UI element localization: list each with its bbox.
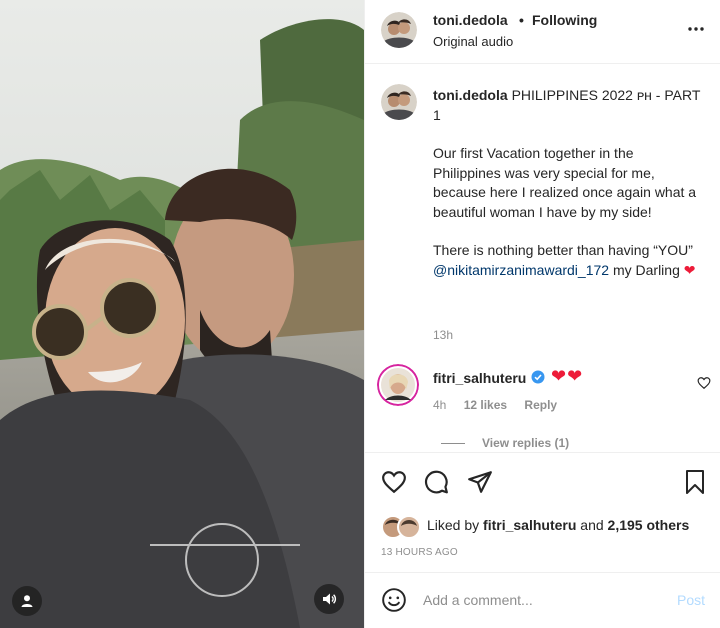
liked-by-and: and (580, 517, 604, 533)
emoji-icon[interactable] (381, 587, 407, 613)
caption-paragraph-2: There is nothing better than having “YOU… (433, 241, 705, 280)
comment-reply-button[interactable]: Reply (524, 398, 557, 412)
caption-paragraph-2-prefix: There is nothing better than having “YOU… (433, 242, 693, 258)
post-actions: Liked by fitri_salhuteru and 2,195 other… (365, 452, 720, 572)
comment-like-icon[interactable] (697, 376, 711, 390)
more-horizontal-icon[interactable] (687, 20, 705, 38)
post-photo (0, 0, 364, 628)
header-separator: • (519, 12, 524, 28)
commenter-avatar[interactable] (377, 364, 419, 406)
following-button[interactable]: Following (532, 12, 597, 28)
author-username[interactable]: toni.dedola (433, 12, 508, 28)
post-header: toni.dedola • Following Original audio (365, 0, 720, 64)
comment-icon[interactable] (423, 469, 449, 495)
liked-by-others[interactable]: 2,195 others (608, 517, 690, 533)
comment-timestamp[interactable]: 4h (433, 398, 446, 412)
commenter-username[interactable]: fitri_salhuteru (433, 370, 526, 386)
heart-icon[interactable] (381, 469, 407, 495)
caption-author-avatar[interactable] (381, 84, 417, 120)
audio-toggle-button[interactable] (314, 584, 344, 614)
comment-input[interactable]: Add a comment... (423, 592, 533, 608)
post-caption: toni.dedola PHILIPPINES 2022 ᴘʜ - PART 1… (433, 86, 705, 280)
comment-composer: Add a comment... Post (365, 572, 720, 628)
share-icon[interactable] (467, 469, 493, 495)
original-audio-link[interactable]: Original audio (433, 34, 513, 49)
tagged-users-button[interactable] (12, 586, 42, 616)
verified-badge-icon (531, 370, 545, 384)
comments-scroll-area[interactable]: toni.dedola PHILIPPINES 2022 ᴘʜ - PART 1… (365, 64, 720, 452)
liked-by-user[interactable]: fitri_salhuteru (483, 517, 576, 533)
view-replies-divider (441, 443, 465, 444)
user-icon (21, 595, 33, 607)
bookmark-icon[interactable] (683, 469, 707, 495)
post-side-panel: toni.dedola • Following Original audio t… (364, 0, 720, 628)
caption-paragraph-2-suffix: my Darling (612, 261, 680, 278)
post-comment-button[interactable]: Post (677, 592, 705, 608)
view-replies-button[interactable]: View replies (1) (482, 436, 569, 450)
comment-meta: 4h 12 likes Reply (433, 398, 571, 412)
comment-text: ❤❤ (551, 366, 584, 386)
speaker-icon (323, 593, 337, 605)
liked-by-avatars (381, 515, 425, 539)
caption-title-line: toni.dedola PHILIPPINES 2022 ᴘʜ - PART 1 (433, 86, 705, 125)
post-timestamp[interactable]: 13 HOURS AGO (381, 547, 458, 558)
comment-likes[interactable]: 12 likes (464, 398, 507, 412)
caption-timestamp[interactable]: 13h (433, 328, 453, 342)
heart-emoji: ❤ (683, 261, 696, 278)
author-avatar[interactable] (381, 12, 417, 48)
caption-paragraph-1: Our first Vacation together in the Phili… (433, 145, 697, 220)
liked-by-prefix: Liked by (427, 517, 480, 533)
liked-by-text: Liked by fitri_salhuteru and 2,195 other… (427, 517, 689, 533)
caption-username[interactable]: toni.dedola (433, 87, 508, 103)
mention-link[interactable]: @nikitamirzanimawardi_172 (433, 262, 609, 278)
post-media[interactable] (0, 0, 364, 628)
